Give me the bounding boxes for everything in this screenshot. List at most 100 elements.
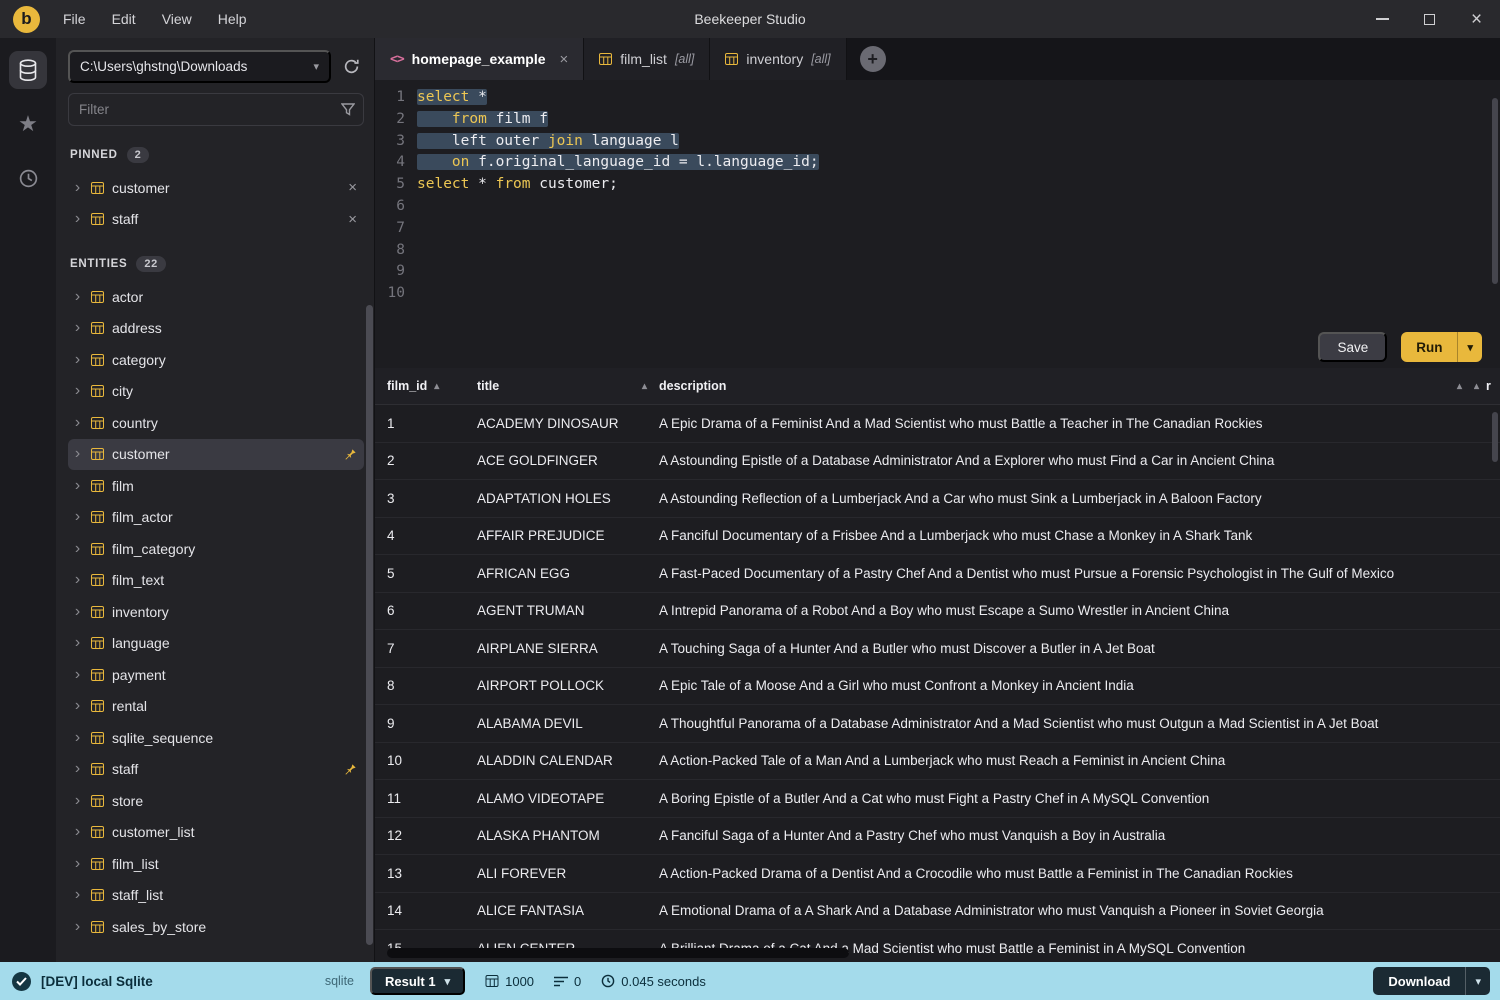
menu-file[interactable]: File	[50, 2, 99, 36]
table-row[interactable]: 2 ACE GOLDFINGER A Astounding Epistle of a…	[375, 443, 1500, 480]
run-options-button[interactable]: ▾	[1457, 332, 1482, 362]
chevron-right-icon[interactable]: ›	[72, 666, 83, 683]
entity-item-film_text[interactable]: › film_text	[68, 565, 364, 597]
code-area[interactable]: select * from film f left outer join lan…	[417, 87, 1500, 326]
chevron-right-icon[interactable]: ›	[72, 179, 83, 196]
results-horizontal-scrollbar[interactable]	[387, 948, 849, 958]
entity-item-address[interactable]: › address	[68, 313, 364, 345]
menu-edit[interactable]: Edit	[99, 2, 149, 36]
column-header-film_id[interactable]: film_id ▴	[387, 379, 477, 393]
menu-help[interactable]: Help	[205, 2, 260, 36]
tab-inventory[interactable]: inventory [all]	[710, 38, 847, 80]
sort-asc-icon[interactable]: ▴	[642, 381, 647, 392]
entity-item-category[interactable]: › category	[68, 344, 364, 376]
tab-film_list[interactable]: film_list [all]	[584, 38, 711, 80]
chevron-right-icon[interactable]: ›	[72, 383, 83, 399]
table-row[interactable]: 1 ACADEMY DINOSAUR A Epic Drama of a Femin…	[375, 405, 1500, 443]
chevron-right-icon[interactable]: ›	[72, 918, 83, 935]
table-row[interactable]: 11 ALAMO VIDEOTAPE A Boring Epistle of a B…	[375, 780, 1500, 818]
entity-item-film_list[interactable]: › film_list	[68, 848, 364, 880]
tab-homepage_example[interactable]: <> homepage_example ×	[375, 38, 585, 80]
favorites-rail-button[interactable]: ★	[9, 105, 47, 143]
refresh-button[interactable]	[338, 54, 364, 80]
entity-item-language[interactable]: › language	[68, 628, 364, 660]
entity-item-payment[interactable]: › payment	[68, 659, 364, 691]
pinned-item-staff[interactable]: › staff ×	[68, 204, 364, 236]
chevron-right-icon[interactable]: ›	[72, 540, 83, 557]
entity-item-film[interactable]: › film	[68, 470, 364, 502]
entity-item-sqlite_sequence[interactable]: › sqlite_sequence	[68, 722, 364, 754]
table-row[interactable]: 7 AIRPLANE SIERRA A Touching Saga of a Hun…	[375, 630, 1500, 668]
entity-item-city[interactable]: › city	[68, 376, 364, 408]
connection-selector[interactable]: C:\Users\ghstng\Downloads ▾	[68, 50, 331, 83]
close-icon[interactable]: ×	[348, 211, 357, 228]
run-button[interactable]: Run	[1401, 332, 1457, 362]
entity-item-inventory[interactable]: › inventory	[68, 596, 364, 628]
results-vertical-scrollbar[interactable]	[1492, 412, 1498, 462]
table-row[interactable]: 14 ALICE FANTASIA A Emotional Drama of a A…	[375, 893, 1500, 930]
editor-scrollbar[interactable]	[1492, 98, 1498, 284]
table-row[interactable]: 4 AFFAIR PREJUDICE A Fanciful Documentary …	[375, 518, 1500, 555]
result-selector[interactable]: Result 1 ▾	[370, 967, 466, 995]
column-header-title[interactable]: title ▴	[477, 379, 659, 393]
history-rail-button[interactable]	[9, 159, 47, 197]
table-row[interactable]: 6 AGENT TRUMAN A Intrepid Panorama of a Ro…	[375, 593, 1500, 630]
chevron-right-icon[interactable]: ›	[72, 320, 83, 336]
entity-item-actor[interactable]: › actor	[68, 281, 364, 313]
table-row[interactable]: 8 AIRPORT POLLOCK A Epic Tale of a Moose A…	[375, 668, 1500, 705]
minimize-button[interactable]	[1359, 0, 1406, 38]
table-row[interactable]: 9 ALABAMA DEVIL A Thoughtful Panorama of a…	[375, 705, 1500, 743]
sort-asc-icon[interactable]: ▴	[1474, 381, 1479, 392]
chevron-right-icon[interactable]: ›	[72, 509, 83, 525]
chevron-right-icon[interactable]: ›	[72, 414, 83, 431]
table-row[interactable]: 5 AFRICAN EGG A Fast-Paced Documentary of …	[375, 555, 1500, 593]
chevron-right-icon[interactable]: ›	[72, 824, 83, 840]
connections-rail-button[interactable]	[9, 51, 47, 89]
entity-item-customer[interactable]: › customer	[68, 438, 364, 470]
chevron-right-icon[interactable]: ›	[72, 351, 83, 368]
chevron-right-icon[interactable]: ›	[72, 288, 83, 305]
chevron-right-icon[interactable]: ›	[72, 887, 83, 903]
chevron-right-icon[interactable]: ›	[72, 729, 83, 746]
save-button[interactable]: Save	[1318, 332, 1388, 362]
filter-input[interactable]	[68, 93, 364, 126]
maximize-button[interactable]	[1406, 0, 1453, 38]
chevron-right-icon[interactable]: ›	[72, 698, 83, 714]
table-row[interactable]: 10 ALADDIN CALENDAR A Action-Packed Tale o…	[375, 743, 1500, 780]
chevron-right-icon[interactable]: ›	[72, 635, 83, 651]
entity-item-rental[interactable]: › rental	[68, 691, 364, 723]
new-tab-button[interactable]: +	[859, 46, 886, 72]
chevron-right-icon[interactable]: ›	[72, 855, 83, 872]
entity-item-staff_list[interactable]: › staff_list	[68, 880, 364, 912]
entity-item-country[interactable]: › country	[68, 407, 364, 439]
close-window-button[interactable]: ×	[1453, 0, 1500, 38]
chevron-right-icon[interactable]: ›	[72, 446, 83, 462]
sort-asc-icon[interactable]: ▴	[1457, 381, 1462, 392]
chevron-right-icon[interactable]: ›	[72, 792, 83, 809]
entity-item-store[interactable]: › store	[68, 785, 364, 817]
menu-view[interactable]: View	[149, 2, 205, 36]
chevron-right-icon[interactable]: ›	[72, 572, 83, 588]
entity-item-film_category[interactable]: › film_category	[68, 533, 364, 565]
download-button[interactable]: Download	[1373, 967, 1465, 995]
chevron-right-icon[interactable]: ›	[72, 761, 83, 777]
column-header-r[interactable]: ▴ r	[1474, 379, 1500, 393]
sort-asc-icon[interactable]: ▴	[434, 381, 439, 392]
chevron-right-icon[interactable]: ›	[72, 477, 83, 494]
download-options-button[interactable]: ▾	[1465, 967, 1490, 995]
entity-item-customer_list[interactable]: › customer_list	[68, 817, 364, 849]
table-row[interactable]: 13 ALI FOREVER A Action-Packed Drama of a …	[375, 855, 1500, 893]
column-header-description[interactable]: description ▴	[659, 379, 1474, 393]
entity-item-staff[interactable]: › staff	[68, 754, 364, 786]
entity-item-film_actor[interactable]: › film_actor	[68, 502, 364, 534]
table-row[interactable]: 3 ADAPTATION HOLES A Astounding Reflection…	[375, 480, 1500, 518]
sql-editor[interactable]: 1 2 3 4 5 6 7 8 9 10 select * from film f left ou…	[375, 80, 1500, 326]
pinned-item-customer[interactable]: › customer ×	[68, 172, 364, 204]
table-row[interactable]: 12 ALASKA PHANTOM A Fanciful Saga of a Hun…	[375, 818, 1500, 855]
chevron-right-icon[interactable]: ›	[72, 211, 83, 227]
close-tab-icon[interactable]: ×	[560, 51, 569, 68]
sidebar-scrollbar[interactable]	[366, 305, 373, 945]
close-icon[interactable]: ×	[348, 179, 357, 196]
entity-item-sales_by_store[interactable]: › sales_by_store	[68, 911, 364, 943]
chevron-right-icon[interactable]: ›	[72, 603, 83, 620]
